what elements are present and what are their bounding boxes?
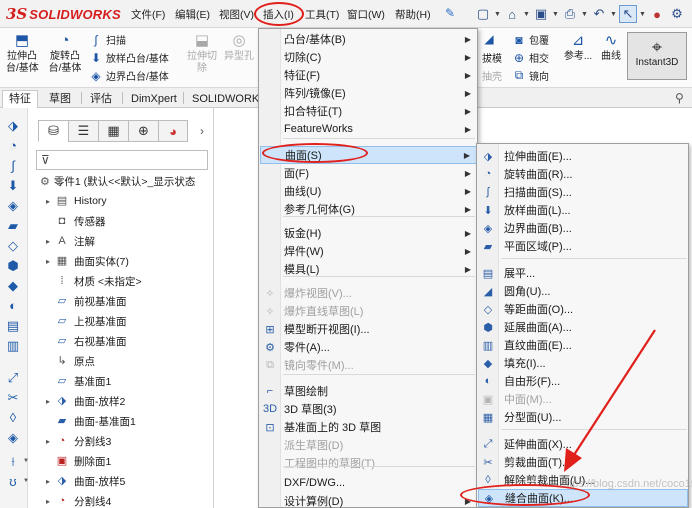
annotation-arrow xyxy=(564,329,656,472)
watermark-text: https://blog.csdn.net/coco19495 xyxy=(560,478,692,490)
annotation-arrow-head xyxy=(564,448,582,472)
annotation-arrow-shaft xyxy=(571,329,656,459)
